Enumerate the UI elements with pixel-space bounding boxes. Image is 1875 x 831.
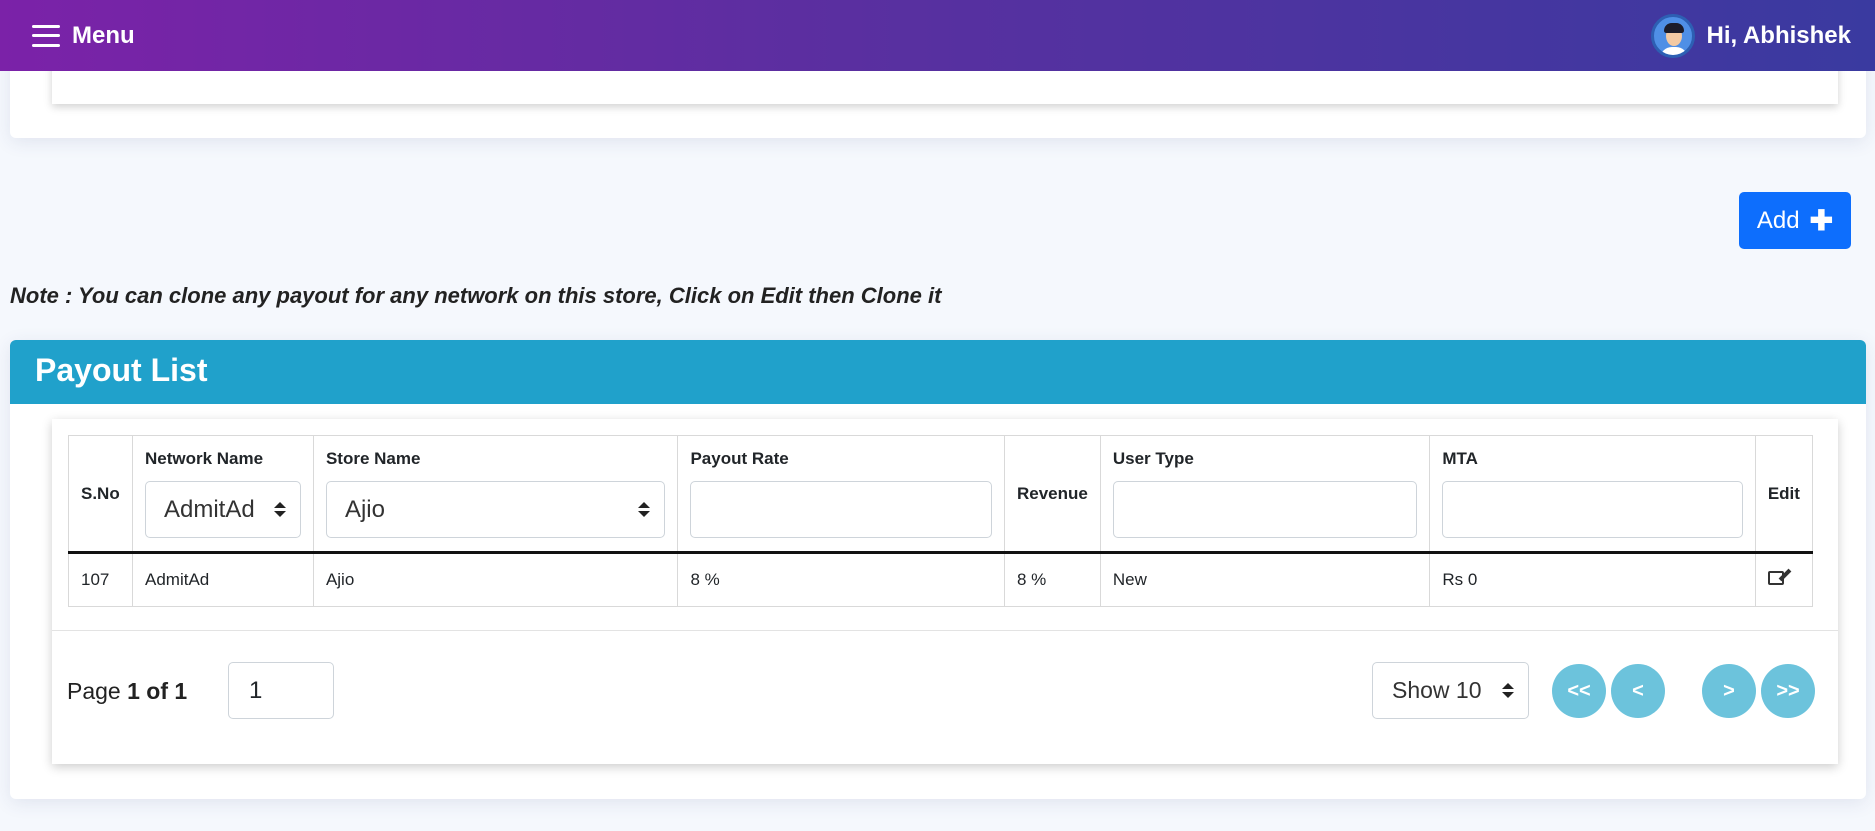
mta-filter-input[interactable] (1442, 481, 1743, 538)
prev-page-button[interactable]: < (1611, 664, 1665, 718)
network-name-label: Network Name (144, 449, 264, 468)
cell-user-type: New (1099, 552, 1431, 607)
network-filter-value: AdmitAd (163, 495, 255, 523)
plus-icon: ✚ (1809, 204, 1834, 236)
page-number-input[interactable]: 1 (228, 662, 334, 719)
clone-note: Note : You can clone any payout for any … (10, 283, 942, 308)
cell-store: Ajio (312, 552, 679, 607)
column-payout-rate: Payout Rate (677, 435, 1005, 553)
avatar (1650, 13, 1695, 58)
add-button-label: Add (1756, 206, 1800, 234)
user-greeting: Hi, Abhishek (1706, 21, 1851, 49)
page-indicator: Page 1 of 1 (67, 678, 187, 705)
mta-label: MTA (1442, 449, 1478, 468)
store-filter-value: Ajio (344, 495, 385, 523)
column-revenue: Revenue (1003, 435, 1101, 553)
menu-button[interactable]: Menu (32, 22, 135, 50)
payout-table-container: S.No Network Name AdmitAd Store Name Aji… (52, 419, 1838, 764)
page-of: 1 of 1 (127, 678, 188, 704)
column-network-name: Network Name AdmitAd (131, 435, 314, 553)
payout-rate-label: Payout Rate (690, 449, 789, 468)
top-bar: Menu Hi, Abhishek (0, 0, 1875, 71)
select-arrows-icon (273, 502, 286, 517)
user-type-label: User Type (1112, 449, 1194, 468)
cell-payout-rate: 8 % (677, 552, 1005, 607)
table-header-row: S.No Network Name AdmitAd Store Name Aji… (68, 435, 1814, 553)
user-type-filter-input[interactable] (1112, 481, 1418, 538)
next-page-button[interactable]: > (1702, 664, 1756, 718)
select-arrows-icon (1502, 683, 1514, 698)
select-arrows-icon (638, 502, 651, 517)
cell-revenue: 8 % (1003, 552, 1101, 607)
page-word: Page (67, 678, 121, 704)
cell-edit (1754, 552, 1814, 607)
add-button[interactable]: Add ✚ (1739, 192, 1851, 249)
cell-sno: 107 (68, 552, 133, 607)
column-sno: S.No (68, 435, 133, 553)
table-row: 107 AdmitAd Ajio 8 % 8 % New Rs 0 (68, 552, 1814, 607)
first-page-button[interactable]: << (1552, 664, 1606, 718)
network-filter-select[interactable]: AdmitAd (144, 481, 301, 538)
last-page-button[interactable]: >> (1761, 664, 1815, 718)
payout-list-title: Payout List (10, 340, 1866, 404)
user-profile[interactable]: Hi, Abhishek (1650, 13, 1851, 58)
column-mta: MTA (1429, 435, 1756, 553)
store-name-label: Store Name (325, 449, 421, 468)
menu-label: Menu (72, 21, 135, 49)
payout-list-card: Payout List S.No Network Name AdmitAd St… (10, 340, 1866, 799)
payout-rate-filter-input[interactable] (690, 481, 992, 538)
column-user-type: User Type (1099, 435, 1431, 553)
edit-icon[interactable] (1767, 571, 1784, 585)
pagination-bar: Page 1 of 1 1 Show 10 << < > >> (52, 630, 1838, 764)
column-store-name: Store Name Ajio (312, 435, 679, 553)
cell-mta: Rs 0 (1429, 552, 1756, 607)
store-filter-select[interactable]: Ajio (325, 481, 666, 538)
page-size-select[interactable]: Show 10 (1372, 662, 1529, 719)
hamburger-icon (32, 24, 60, 47)
cell-network: AdmitAd (131, 552, 314, 607)
column-edit: Edit (1754, 435, 1814, 553)
payout-table: S.No Network Name AdmitAd Store Name Aji… (68, 435, 1814, 607)
page-size-value: Show 10 (1392, 677, 1482, 703)
